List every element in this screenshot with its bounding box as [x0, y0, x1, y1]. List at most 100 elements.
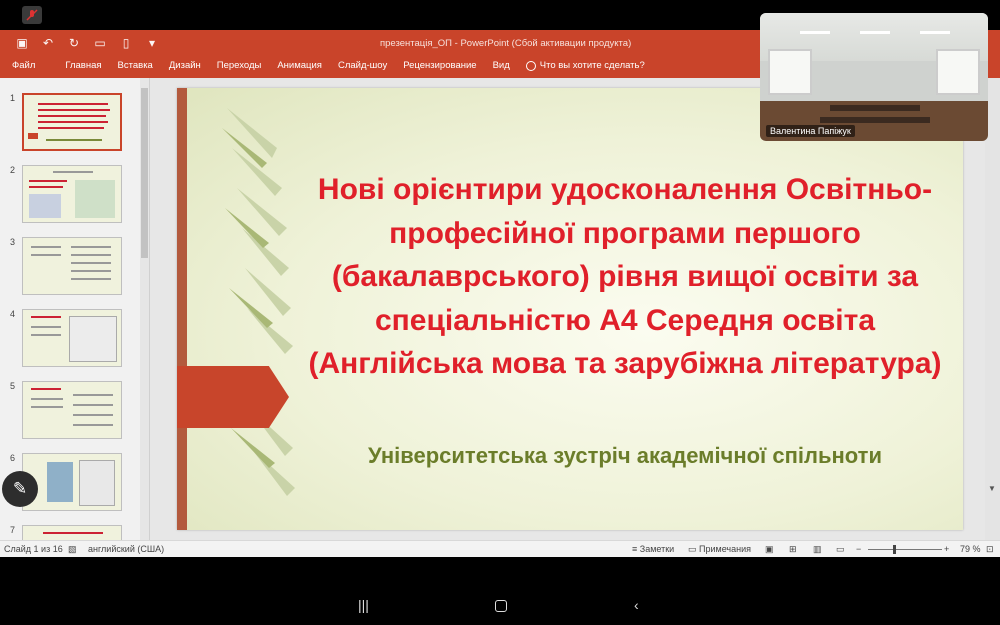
- screen: ▣ ↶ ↻ ▭ ▯ ▾ презентація_ОП - PowerPoint …: [0, 0, 1000, 625]
- scroll-down-icon[interactable]: ▼: [988, 484, 996, 493]
- leaf-decoration: [217, 88, 307, 530]
- slide-sorter-icon[interactable]: ⊞: [789, 544, 797, 555]
- menu-view[interactable]: Вид: [493, 60, 510, 71]
- thumb-text-line: [31, 326, 61, 328]
- thumbnail-number: 7: [10, 525, 16, 535]
- zoom-out-icon[interactable]: −: [856, 544, 861, 554]
- redo-icon[interactable]: ↻: [66, 36, 82, 50]
- editor-scrollbar[interactable]: ▼: [985, 78, 1000, 540]
- menu-file[interactable]: Файл: [12, 60, 35, 71]
- slide-counter: Слайд 1 из 16: [4, 544, 63, 554]
- slide-thumbnail-1[interactable]: 1: [8, 93, 138, 155]
- scroll-thumb[interactable]: [141, 88, 148, 258]
- spellcheck-icon[interactable]: ▧: [68, 544, 77, 555]
- reading-view-icon[interactable]: ▥: [813, 544, 822, 555]
- notes-label: Заметки: [639, 544, 675, 554]
- thumb-text-line: [71, 246, 111, 248]
- menu-slideshow[interactable]: Слайд-шоу: [338, 60, 387, 71]
- slide-thumbnail-4[interactable]: 4: [8, 309, 138, 371]
- thumb-text-line: [38, 109, 110, 111]
- slideshow-icon[interactable]: ▭: [92, 36, 108, 50]
- thumb-arrow: [28, 133, 38, 139]
- thumb-text-line: [31, 316, 61, 318]
- thumbnail-number: 6: [10, 453, 16, 463]
- thumb-text-line: [38, 121, 108, 123]
- language-status[interactable]: английский (США): [88, 544, 164, 554]
- video-desk: [820, 117, 930, 123]
- thumb-text-line: [38, 115, 106, 117]
- video-lamp: [920, 31, 950, 34]
- thumb-text-line: [38, 127, 104, 129]
- thumb-image: [75, 180, 115, 218]
- thumb-text-line: [73, 404, 113, 406]
- status-bar: Слайд 1 из 16 ▧ английский (США) ≡ Замет…: [0, 540, 1000, 557]
- zoom-in-icon[interactable]: +: [944, 544, 949, 554]
- video-desk: [830, 105, 920, 111]
- thumbnail-number: 1: [10, 93, 16, 103]
- thumb-table: [69, 316, 117, 362]
- thumb-text-line: [73, 424, 113, 426]
- home-icon[interactable]: [495, 600, 507, 612]
- notes-button[interactable]: ≡ Заметки: [632, 544, 674, 554]
- pen-icon[interactable]: ✎: [2, 471, 38, 507]
- slide-thumbnail-2[interactable]: 2: [8, 165, 138, 227]
- thumb-text-line: [71, 262, 111, 264]
- thumb-text-line: [71, 278, 111, 280]
- recent-apps-icon[interactable]: |||: [358, 597, 369, 613]
- thumbnail-preview: [22, 165, 122, 223]
- thumb-image: [29, 194, 61, 218]
- comments-button[interactable]: ▭ Примечания: [688, 544, 751, 555]
- slide-thumbnail-5[interactable]: 5: [8, 381, 138, 443]
- new-file-icon[interactable]: ▯: [118, 36, 134, 50]
- thumbnail-number: 2: [10, 165, 16, 175]
- editor-area: 1 2 3 4 5 6 7 ✎ Нові орієнтири удосконал…: [0, 78, 1000, 540]
- thumb-text-line: [38, 103, 108, 105]
- slideshow-view-icon[interactable]: ▭: [836, 544, 845, 555]
- thumb-text-line: [31, 246, 61, 248]
- lightbulb-icon: [525, 60, 536, 71]
- participant-video-tile[interactable]: Валентина Папіжук: [760, 13, 988, 141]
- zoom-slider[interactable]: [868, 549, 942, 550]
- menu-review[interactable]: Рецензирование: [403, 60, 476, 71]
- normal-view-icon[interactable]: ▣: [765, 544, 774, 555]
- slide-thumbnail-3[interactable]: 3: [8, 237, 138, 299]
- muted-mic-icon[interactable]: [22, 6, 42, 24]
- thumb-text-line: [31, 254, 61, 256]
- video-lamp: [860, 31, 890, 34]
- thumbnail-scrollbar[interactable]: [140, 78, 149, 540]
- menu-transitions[interactable]: Переходы: [217, 60, 262, 71]
- thumb-text-line: [29, 186, 63, 188]
- thumbnail-preview: [22, 309, 122, 367]
- zoom-level[interactable]: 79 %: [960, 544, 981, 554]
- slide-subtitle[interactable]: Університетська зустріч академічної спіл…: [295, 440, 955, 472]
- thumbnail-preview: [22, 381, 122, 439]
- window-title: презентація_ОП - PowerPoint (Сбой актива…: [380, 38, 632, 49]
- thumb-text-line: [31, 406, 63, 408]
- menu-home[interactable]: Главная: [65, 60, 101, 71]
- fit-slide-icon[interactable]: ⊡: [986, 544, 994, 555]
- undo-icon[interactable]: ↶: [40, 36, 56, 50]
- thumbnail-preview: [22, 237, 122, 295]
- slide-thumbnail-7[interactable]: 7: [8, 525, 138, 540]
- thumb-text-line: [73, 414, 113, 416]
- thumb-text-line: [71, 270, 111, 272]
- menu-insert[interactable]: Вставка: [118, 60, 153, 71]
- video-lamp: [800, 31, 830, 34]
- zoom-slider-thumb[interactable]: [893, 545, 896, 554]
- thumb-text-line: [73, 394, 113, 396]
- thumb-text-line: [53, 171, 93, 173]
- tell-me-box[interactable]: Что вы хотите сделать?: [525, 60, 645, 71]
- slide-canvas[interactable]: Нові орієнтири удосконалення Освітньо-пр…: [177, 88, 963, 530]
- menu-animation[interactable]: Анимация: [277, 60, 322, 71]
- slide-title[interactable]: Нові орієнтири удосконалення Освітньо-пр…: [295, 168, 955, 386]
- thumb-text-line: [31, 398, 63, 400]
- slide-left-band: [177, 88, 187, 530]
- menu-design[interactable]: Дизайн: [169, 60, 201, 71]
- red-arrow-shape: [177, 366, 289, 428]
- thumb-text-line: [43, 532, 103, 534]
- back-icon[interactable]: ‹: [634, 597, 639, 613]
- save-icon[interactable]: ▣: [14, 36, 30, 50]
- customize-qat-icon[interactable]: ▾: [144, 36, 160, 50]
- tell-me-text: Что вы хотите сделать?: [539, 60, 645, 71]
- thumbnail-number: 5: [10, 381, 16, 391]
